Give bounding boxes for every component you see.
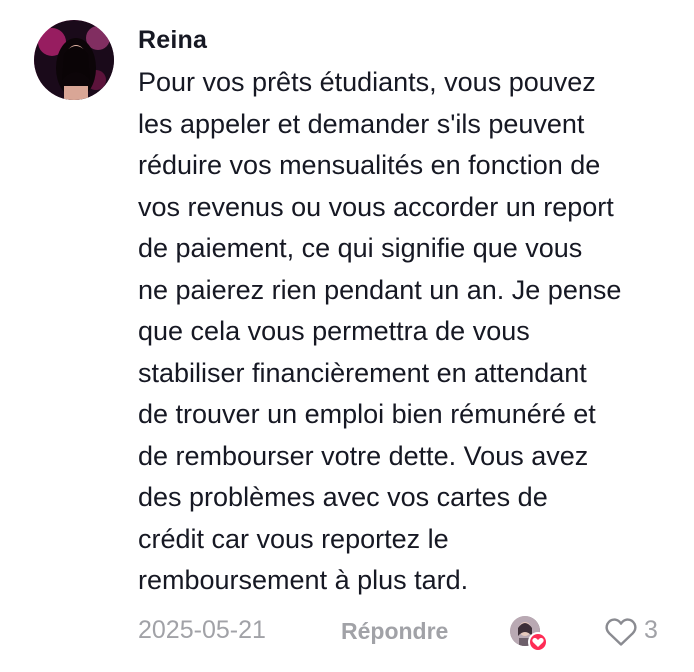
comment-text-line: crédit car vous reportez le: [138, 523, 449, 554]
reply-button[interactable]: Répondre: [341, 618, 448, 645]
comment-text-line: stabiliser financièrement en attendant: [138, 357, 587, 388]
comment-text-line: des problèmes avec vos cartes de: [138, 482, 548, 512]
comment-meta-row: 2025-05-21 Répondre 3: [138, 612, 678, 652]
comment-text: Pour vos prêts étudiants, vous pouvez le…: [138, 62, 678, 602]
username[interactable]: Reina: [138, 26, 207, 55]
comment-text-line: de paiement, ce qui signifie que vous: [138, 233, 583, 263]
creator-liked-badge: [510, 616, 548, 652]
comment-text-line: de trouver un emploi bien rémunéré et: [138, 399, 596, 429]
comment-text-line: de rembourser votre dette. Vous avez: [138, 440, 589, 471]
comment-item: Reina Pour vos prêts étudiants, vous pou…: [0, 0, 694, 672]
comment-text-line: que cela vous permettra de vous: [138, 316, 530, 346]
heart-outline-icon[interactable]: [604, 616, 638, 648]
comment-text-line: ne paierez rien pendant un an. Je pense: [138, 274, 622, 305]
like-count: 3: [644, 616, 658, 644]
creator-heart-icon: [528, 632, 548, 652]
avatar[interactable]: [34, 20, 114, 100]
comment-text-line: Pour vos prêts étudiants, vous pouvez: [138, 67, 596, 97]
comment-text-line: vos revenus ou vous accorder un report: [138, 191, 614, 222]
comment-text-line: remboursement à plus tard.: [138, 565, 469, 595]
timestamp: 2025-05-21: [138, 616, 266, 644]
comment-text-line: réduire vos mensualités en fonction de: [138, 150, 601, 180]
comment-text-line: les appeler et demander s'ils peuvent: [138, 108, 585, 139]
